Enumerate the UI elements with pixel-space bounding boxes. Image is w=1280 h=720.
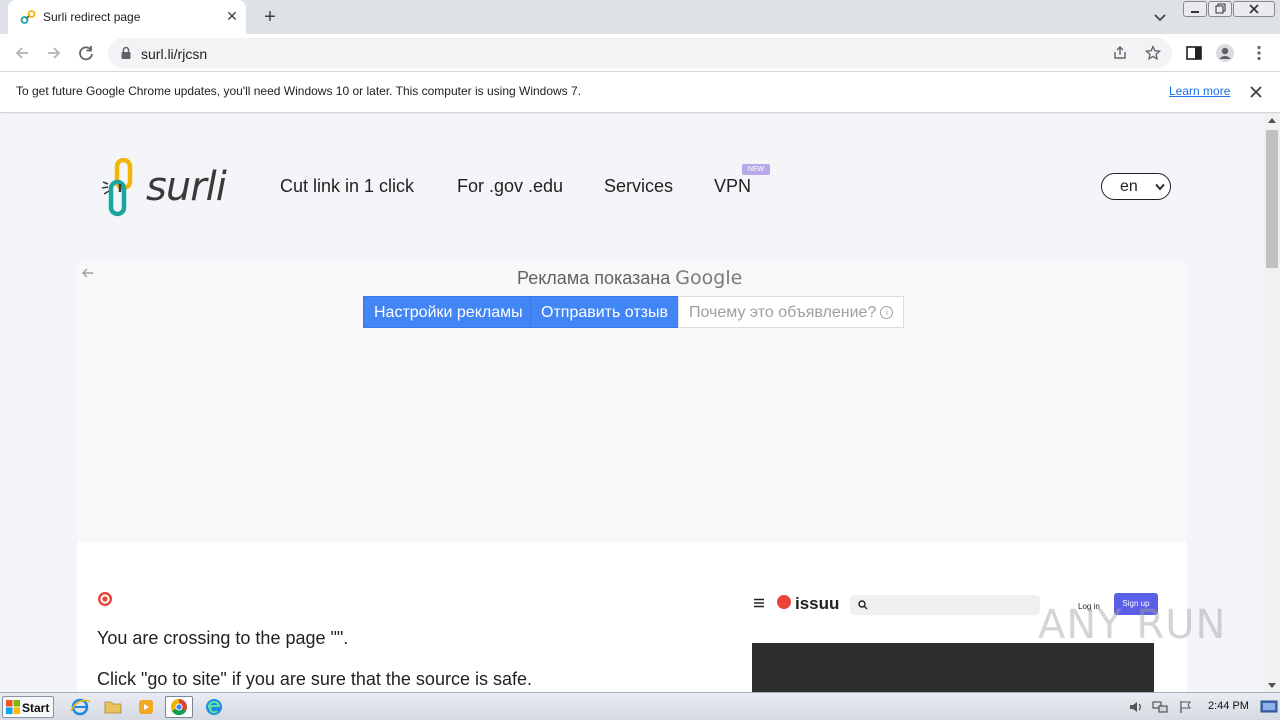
- update-infobar: To get future Google Chrome updates, you…: [0, 72, 1280, 113]
- speaker-icon[interactable]: [1128, 699, 1144, 715]
- why-this-ad-button[interactable]: Почему это объявление? i: [678, 296, 905, 328]
- screen: Surli redirect page ✕ + surl.li/rjcsn To…: [0, 0, 1280, 720]
- chrome-taskbar-button[interactable]: [165, 696, 193, 718]
- folder-icon[interactable]: [99, 696, 127, 718]
- back-arrow-icon[interactable]: [81, 266, 95, 280]
- ad-settings-button[interactable]: Настройки рекламы: [363, 296, 534, 328]
- kebab-menu-icon[interactable]: [1249, 43, 1269, 63]
- reload-icon[interactable]: [76, 43, 96, 63]
- nav-cut-link[interactable]: Cut link in 1 click: [280, 176, 414, 197]
- nav-gov-edu[interactable]: For .gov .edu: [457, 176, 563, 197]
- chain-link-icon: [20, 10, 36, 24]
- chrome-icon: [170, 698, 187, 716]
- search-icon: [858, 600, 868, 610]
- google-wordmark: Google: [675, 267, 743, 289]
- ie-icon[interactable]: [66, 696, 94, 718]
- side-panel-icon[interactable]: [1184, 43, 1204, 63]
- ad-container: Реклама показана Google Настройки реклам…: [77, 262, 1187, 542]
- ad-shown-by: Реклама показана Google: [517, 267, 742, 289]
- forward-arrow-icon[interactable]: [44, 43, 64, 63]
- share-icon[interactable]: [1112, 45, 1128, 61]
- safety-message: Click "go to site" if you are sure that …: [97, 669, 532, 689]
- chevron-down-icon[interactable]: [1152, 9, 1168, 25]
- learn-more-link[interactable]: Learn more: [1169, 84, 1230, 98]
- anyrun-watermark: ANY RUN: [1038, 602, 1227, 648]
- close-icon[interactable]: [1248, 84, 1264, 100]
- scroll-up-arrow[interactable]: [1268, 118, 1276, 123]
- issuu-logo-text: issuu: [795, 594, 840, 613]
- scroll-down-arrow[interactable]: [1268, 683, 1276, 688]
- hamburger-icon: [754, 598, 764, 608]
- start-label: Start: [22, 701, 50, 715]
- start-button[interactable]: Start: [2, 696, 54, 718]
- show-desktop-icon[interactable]: [1260, 699, 1278, 715]
- tab-strip: Surli redirect page ✕ +: [0, 0, 1280, 34]
- chevron-down-icon: [1155, 183, 1165, 191]
- why-this-ad-label: Почему это объявление?: [689, 304, 877, 321]
- tab-title: Surli redirect page: [43, 10, 141, 24]
- target-icon: [98, 592, 112, 606]
- browser-toolbar: surl.li/rjcsn: [0, 34, 1280, 72]
- network-icon[interactable]: [1152, 699, 1168, 715]
- language-select[interactable]: en: [1101, 173, 1171, 200]
- flag-icon[interactable]: [1178, 699, 1194, 715]
- url-text: surl.li/rjcsn: [141, 46, 208, 62]
- address-bar[interactable]: surl.li/rjcsn: [108, 38, 1172, 68]
- surli-logo[interactable]: surli: [98, 158, 240, 218]
- logo-text: surli: [146, 164, 227, 210]
- star-icon[interactable]: [1145, 45, 1161, 61]
- infobar-message: To get future Google Chrome updates, you…: [16, 84, 582, 98]
- profile-icon[interactable]: [1215, 43, 1235, 63]
- ad-shown-label: Реклама показана: [517, 268, 671, 288]
- preview-dark-banner: [752, 643, 1154, 692]
- redirect-card: You are crossing to the page "". Click "…: [77, 542, 1187, 692]
- language-value: en: [1120, 178, 1138, 195]
- plus-icon[interactable]: +: [259, 6, 281, 28]
- windows-logo-icon: [6, 700, 20, 714]
- system-tray: 2:44 PM: [1122, 693, 1280, 720]
- page-scrollbar[interactable]: [1264, 114, 1280, 692]
- back-arrow-icon[interactable]: [12, 43, 32, 63]
- tab-surli[interactable]: Surli redirect page ✕: [8, 0, 246, 34]
- taskbar-clock: 2:44 PM: [1208, 700, 1249, 712]
- crossing-message: You are crossing to the page "".: [97, 628, 349, 648]
- media-player-icon[interactable]: [132, 696, 160, 718]
- vpn-new-badge: NEW: [742, 164, 770, 175]
- close-window-button[interactable]: [1233, 1, 1275, 17]
- chain-link-icon: [101, 158, 133, 217]
- close-icon[interactable]: ✕: [224, 8, 240, 24]
- nav-services[interactable]: Services: [604, 176, 673, 197]
- scroll-thumb[interactable]: [1266, 130, 1278, 268]
- preview-search-bar: [850, 595, 1040, 615]
- windows-taskbar: Start 2:44 PM: [0, 692, 1280, 720]
- edge-icon[interactable]: [200, 696, 228, 718]
- nav-vpn[interactable]: VPN: [714, 176, 751, 197]
- restore-button[interactable]: [1208, 1, 1232, 17]
- info-icon: i: [880, 306, 894, 320]
- send-feedback-button[interactable]: Отправить отзыв: [530, 296, 679, 328]
- minimize-button[interactable]: [1183, 1, 1207, 17]
- issuu-logo-icon: [777, 595, 791, 609]
- lock-icon[interactable]: [120, 46, 132, 60]
